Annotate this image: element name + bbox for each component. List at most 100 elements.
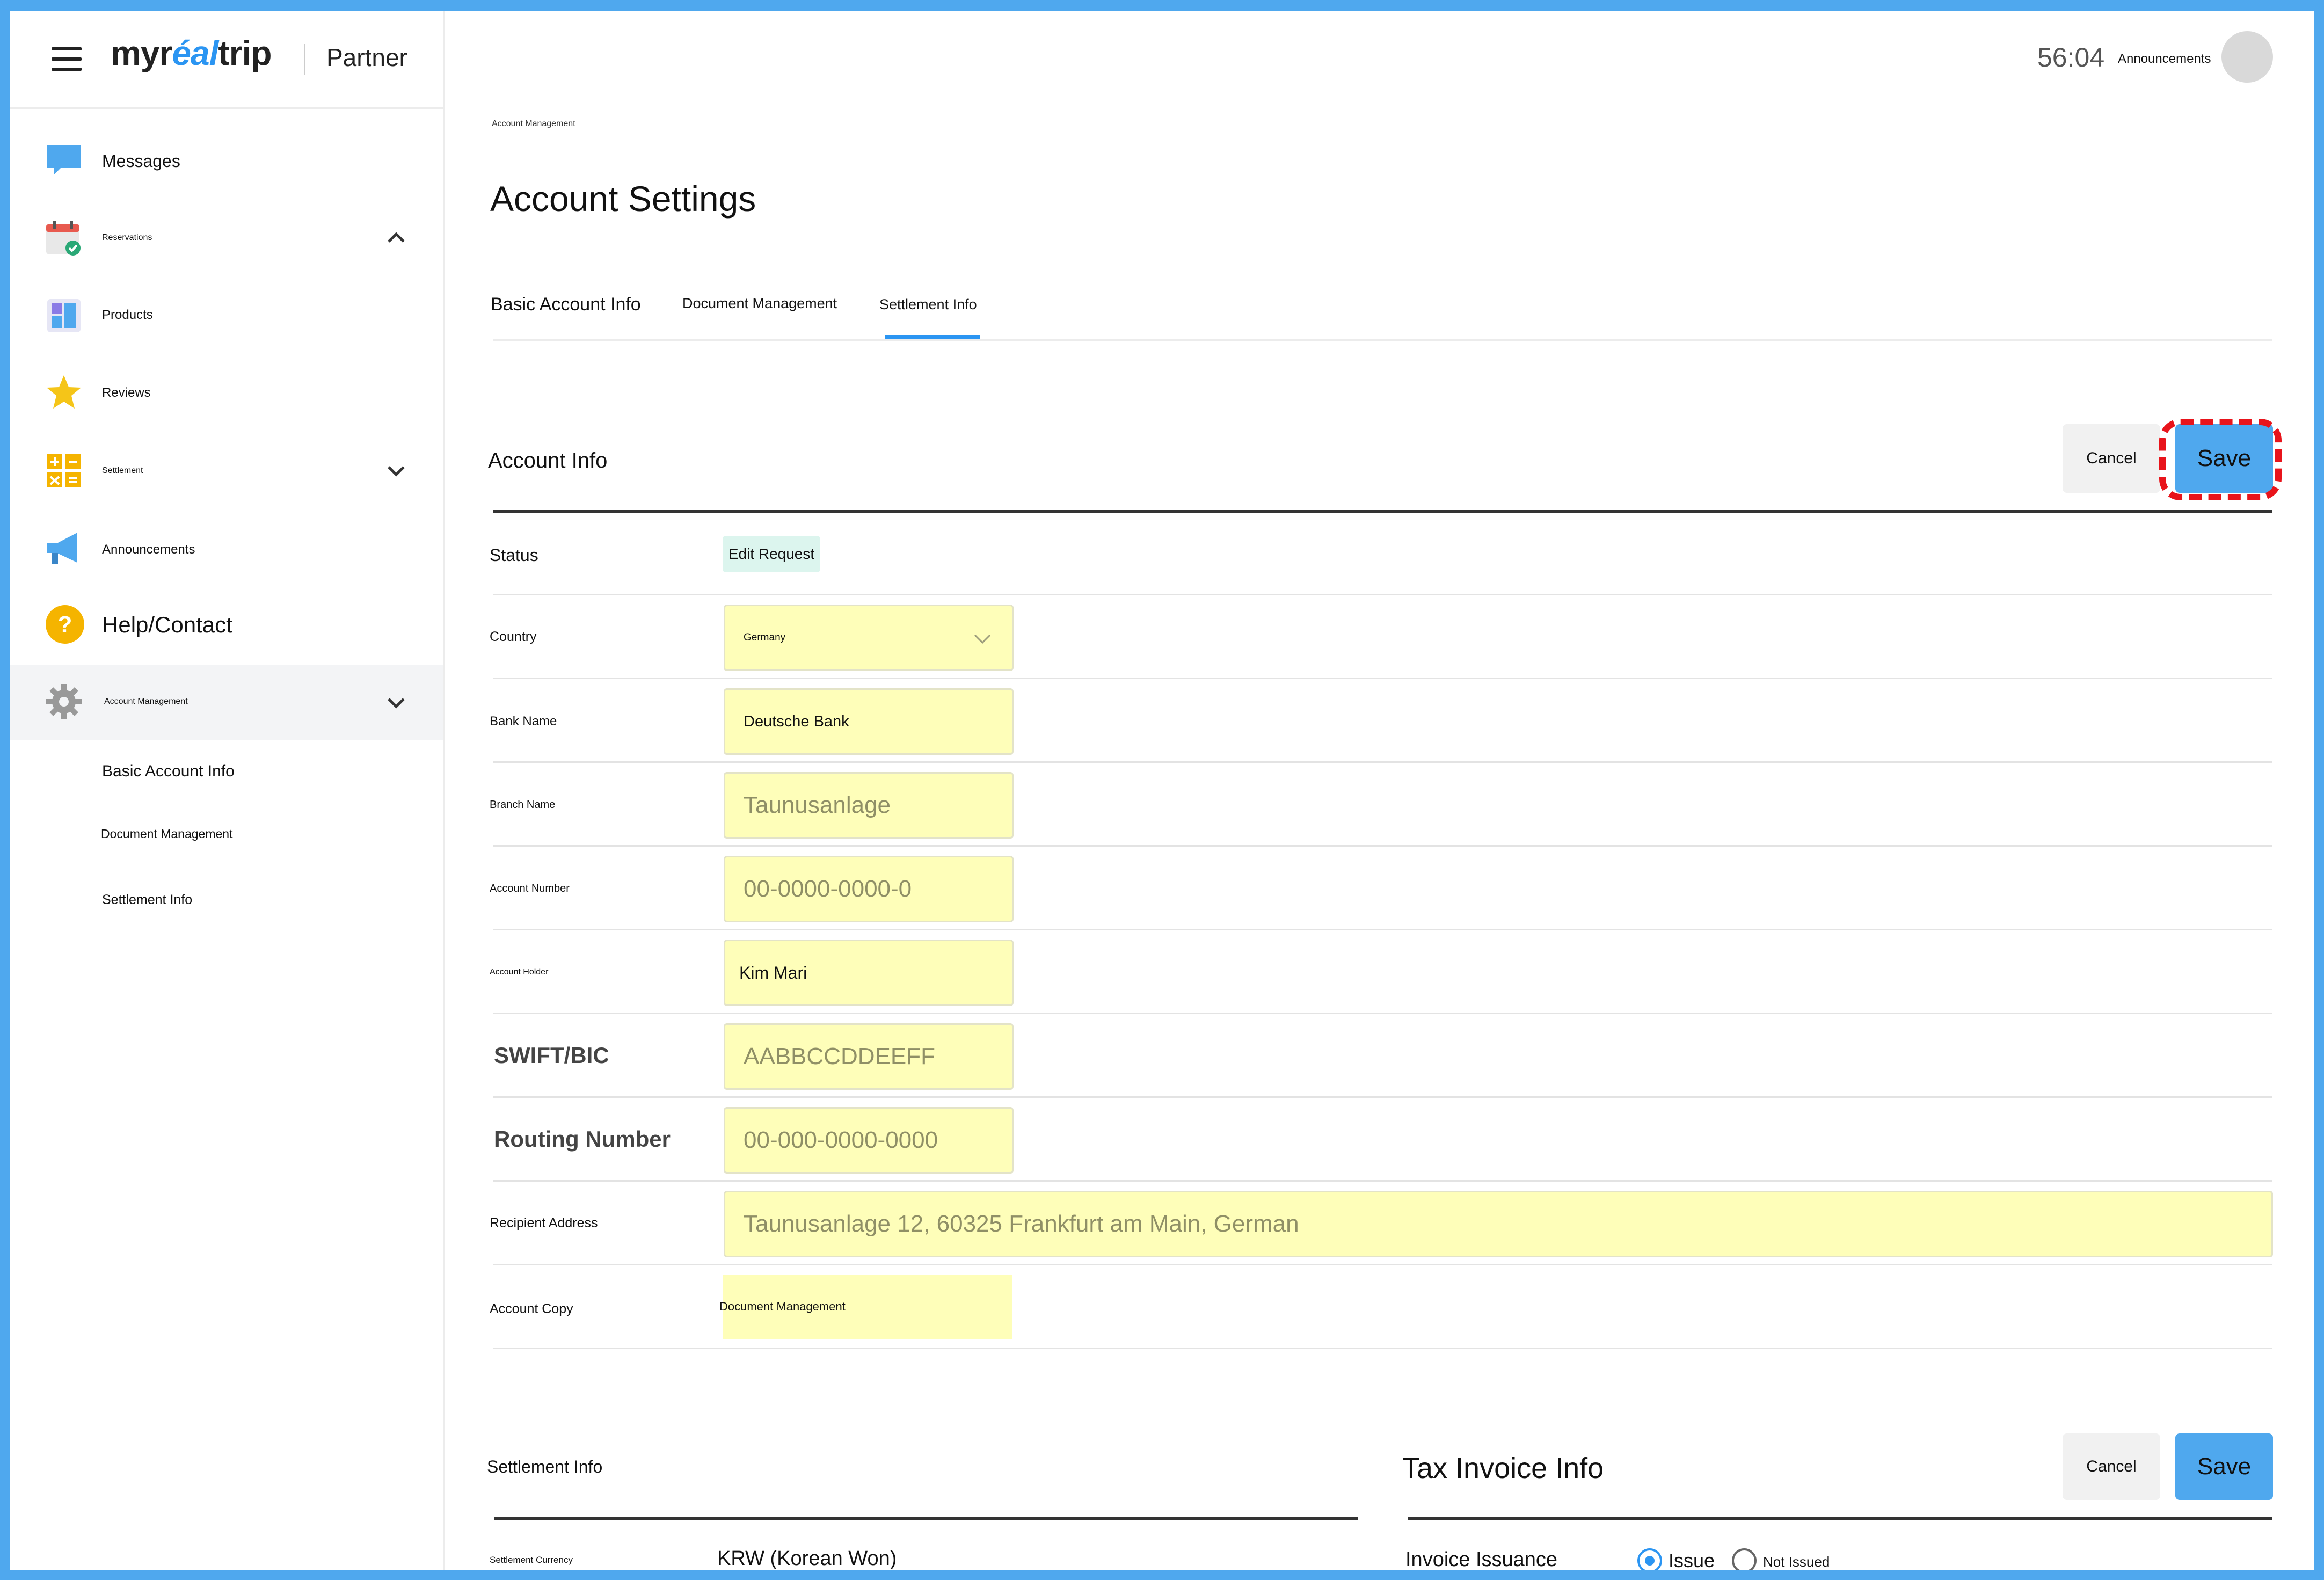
invoice-issuance-label: Invoice Issuance: [1405, 1548, 1558, 1571]
tax-invoice-rule: [1408, 1517, 2272, 1520]
sidebar: myréaltrip Partner Messages Reservations: [10, 11, 445, 1570]
sidebar-item-account-management[interactable]: Account Management: [10, 665, 443, 740]
swift-bic-field[interactable]: AABBCCDDEEFF: [724, 1023, 1014, 1090]
settlement-info-rule: [494, 1517, 1358, 1520]
routing-number-field[interactable]: 00-000-0000-0000: [724, 1107, 1014, 1174]
avatar[interactable]: [2221, 31, 2273, 83]
megaphone-icon: [47, 533, 77, 564]
svg-text:?: ?: [58, 611, 72, 638]
sidebar-item-label: Announcements: [102, 542, 195, 557]
country-select[interactable]: Germany: [724, 605, 1014, 671]
account-holder-value: Kim Mari: [739, 963, 807, 982]
account-number-placeholder: 00-0000-0000-0: [744, 876, 912, 902]
row-divider: [493, 1264, 2272, 1265]
sidebar-item-label: Account Management: [104, 697, 188, 706]
partner-label: Partner: [326, 43, 407, 71]
tax-cancel-button[interactable]: Cancel: [2063, 1433, 2160, 1500]
row-divider: [493, 1348, 2272, 1349]
calculator-icon: [47, 454, 81, 487]
routing-number-label: Routing Number: [494, 1126, 671, 1152]
header-announcements-link[interactable]: Announcements: [2118, 52, 2211, 67]
account-copy-value[interactable]: Document Management: [719, 1275, 846, 1339]
sidebar-item-help-contact[interactable]: ? Help/Contact: [10, 593, 443, 657]
chevron-up-icon[interactable]: [385, 227, 407, 248]
calendar-check-icon: [46, 221, 81, 256]
row-divider: [493, 594, 2272, 595]
sidebar-item-label: Settlement: [102, 466, 143, 475]
save-button-highlight: [2159, 419, 2282, 500]
breadcrumb[interactable]: Account Management: [492, 119, 575, 129]
bank-name-label: Bank Name: [490, 714, 557, 729]
account-info-rule: [493, 510, 2272, 513]
sidebar-item-label: Messages: [102, 151, 180, 171]
sidebar-subitem-settlement-info[interactable]: Settlement Info: [102, 892, 192, 908]
chevron-down-icon[interactable]: [385, 693, 407, 714]
account-holder-label: Account Holder: [490, 967, 549, 977]
row-divider: [493, 1096, 2272, 1098]
not-issued-option-label[interactable]: Not Issued: [1763, 1554, 1830, 1570]
sidebar-subitem-basic-account-info[interactable]: Basic Account Info: [102, 762, 235, 781]
account-copy-label: Account Copy: [490, 1301, 573, 1316]
logo: myréaltrip: [111, 34, 272, 72]
chevron-down-icon[interactable]: [385, 461, 407, 482]
sidebar-subitem-document-management[interactable]: Document Management: [101, 827, 232, 841]
tab-document-management[interactable]: Document Management: [682, 295, 837, 312]
country-value: Germany: [744, 632, 786, 643]
row-divider: [493, 1013, 2272, 1014]
row-divider: [493, 845, 2272, 847]
logo-divider: [304, 44, 305, 75]
tax-save-button[interactable]: Save: [2175, 1433, 2273, 1500]
row-divider: [493, 1180, 2272, 1182]
gear-icon: [46, 684, 82, 719]
recipient-address-field[interactable]: Taunusanlage 12, 60325 Frankfurt am Main…: [724, 1191, 2273, 1257]
country-label: Country: [490, 629, 537, 644]
sidebar-item-products[interactable]: Products: [10, 283, 443, 347]
sidebar-item-messages[interactable]: Messages: [10, 128, 443, 192]
star-icon: [47, 375, 81, 409]
routing-number-placeholder: 00-000-0000-0000: [744, 1127, 938, 1153]
issue-option-label[interactable]: Issue: [1669, 1549, 1715, 1572]
tabs-divider: [493, 339, 2272, 341]
account-number-label: Account Number: [490, 883, 570, 894]
tab-settlement-info[interactable]: Settlement Info: [879, 296, 977, 313]
issue-radio[interactable]: [1637, 1548, 1662, 1573]
sidebar-item-label: Reviews: [102, 385, 151, 400]
account-holder-field[interactable]: Kim Mari: [724, 940, 1014, 1006]
sidebar-item-label: Products: [102, 308, 153, 322]
menu-icon[interactable]: [52, 47, 82, 71]
branch-name-placeholder: Taunusanlage: [744, 792, 891, 818]
cancel-button[interactable]: Cancel: [2063, 424, 2160, 493]
not-issued-radio[interactable]: [1732, 1548, 1757, 1573]
dashboard-icon: [47, 299, 81, 332]
account-copy-field[interactable]: Document Management: [719, 1275, 1012, 1339]
active-tab-indicator: [885, 335, 980, 339]
chevron-down-icon: [974, 634, 991, 644]
session-timer: 56:04: [2037, 42, 2105, 72]
sidebar-item-announcements[interactable]: Announcements: [10, 515, 443, 580]
settlement-currency-label: Settlement Currency: [490, 1555, 573, 1565]
recipient-address-label: Recipient Address: [490, 1215, 598, 1230]
brand-header: myréaltrip Partner: [10, 11, 443, 109]
sidebar-item-label: Help/Contact: [102, 612, 232, 637]
chat-bubble-icon: [47, 145, 81, 175]
sidebar-item-reviews[interactable]: Reviews: [10, 361, 443, 425]
settlement-currency-value: KRW (Korean Won): [717, 1547, 897, 1570]
swift-bic-placeholder: AABBCCDDEEFF: [744, 1043, 935, 1069]
recipient-address-placeholder: Taunusanlage 12, 60325 Frankfurt am Main…: [744, 1211, 1299, 1237]
page-title: Account Settings: [490, 179, 756, 219]
tax-invoice-title: Tax Invoice Info: [1402, 1452, 1604, 1484]
sidebar-item-settlement[interactable]: Settlement: [10, 438, 443, 503]
branch-name-field[interactable]: Taunusanlage: [724, 772, 1014, 839]
account-info-title: Account Info: [488, 449, 608, 472]
swift-bic-label: SWIFT/BIC: [494, 1043, 609, 1068]
status-label: Status: [490, 545, 538, 565]
account-number-field[interactable]: 00-0000-0000-0: [724, 856, 1014, 922]
bank-name-field[interactable]: Deutsche Bank: [724, 688, 1014, 755]
bank-name-value: Deutsche Bank: [744, 713, 849, 730]
help-circle-icon: ?: [46, 605, 84, 644]
tab-basic-account-info[interactable]: Basic Account Info: [491, 294, 641, 315]
sidebar-item-label: Reservations: [102, 233, 152, 242]
settlement-info-title: Settlement Info: [487, 1457, 603, 1476]
row-divider: [493, 929, 2272, 930]
sidebar-item-reservations[interactable]: Reservations: [10, 205, 443, 270]
